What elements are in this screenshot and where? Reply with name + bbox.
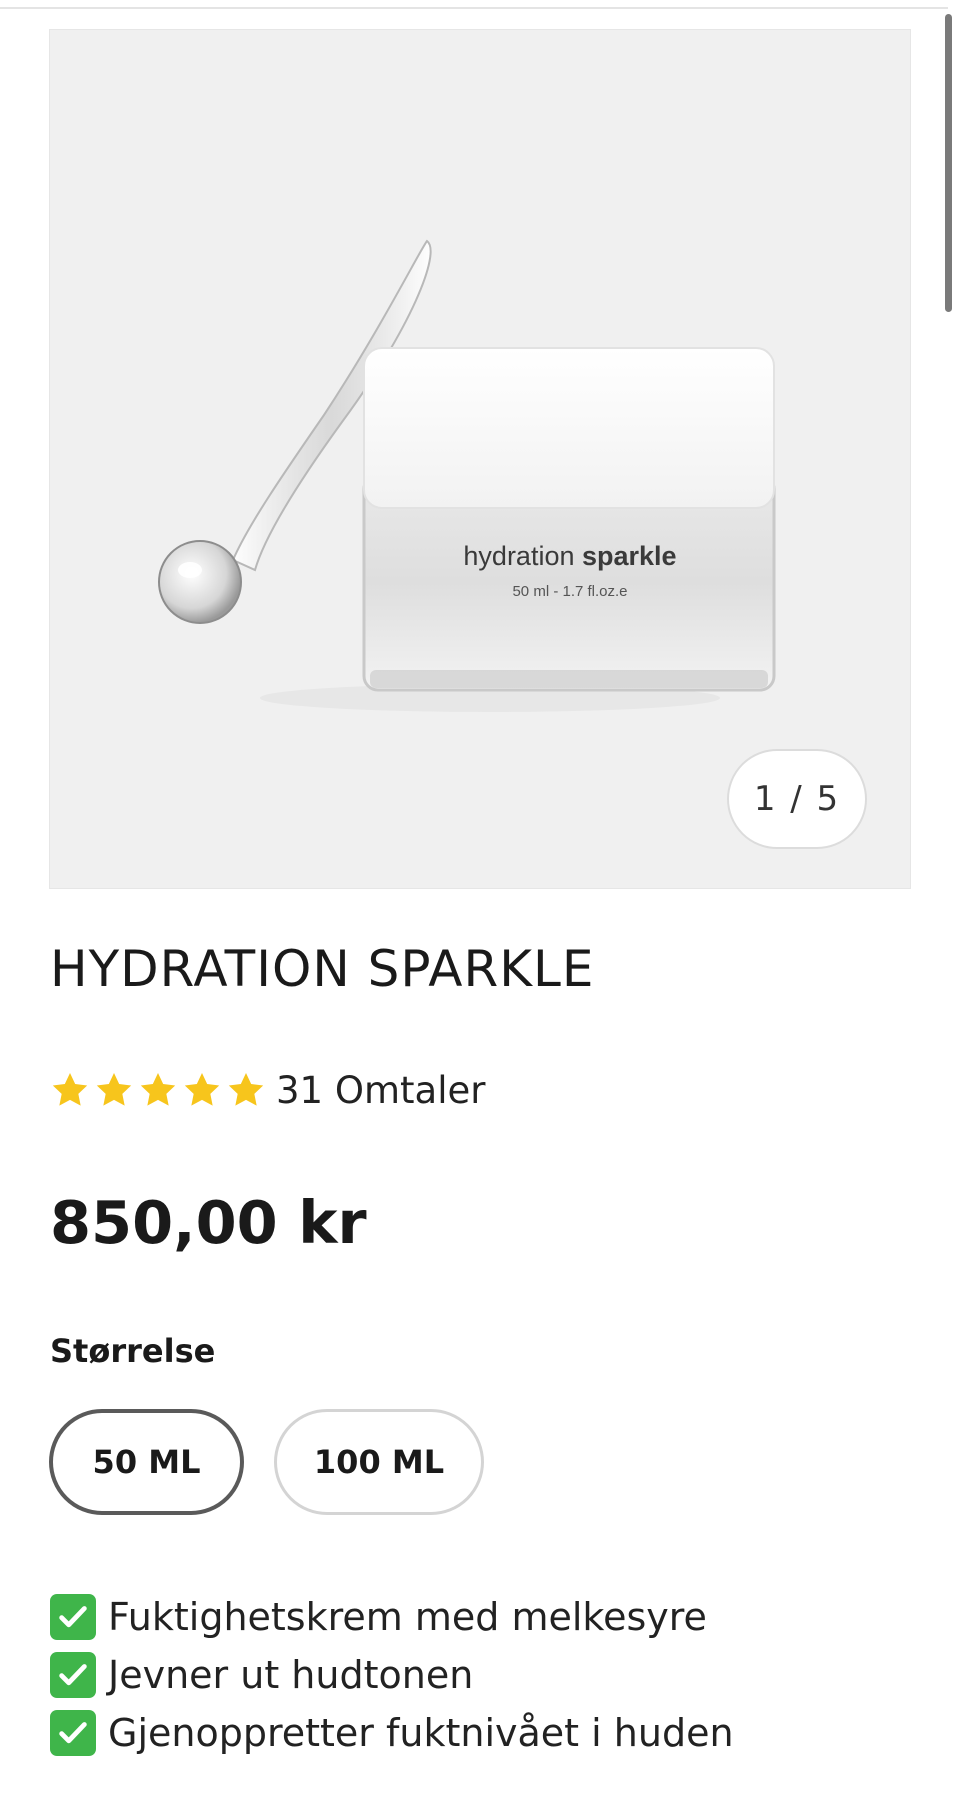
scrollbar-thumb[interactable] bbox=[945, 14, 952, 312]
star-icon bbox=[140, 1073, 176, 1106]
jar-label-brand-bold: sparkle bbox=[582, 541, 677, 571]
check-mark-icon bbox=[50, 1594, 96, 1640]
benefit-text: Fuktighetskrem med melkesyre bbox=[108, 1595, 707, 1639]
star-icon bbox=[96, 1073, 132, 1106]
product-rating[interactable]: 31 Omtaler bbox=[50, 1065, 485, 1115]
svg-text:hydration sparkle: hydration sparkle bbox=[463, 541, 676, 571]
size-option-100ml[interactable]: 100 ML bbox=[274, 1409, 484, 1515]
product-image-gallery[interactable]: hydration sparkle 50 ml - 1.7 fl.oz.e 1 … bbox=[49, 29, 911, 889]
size-label: Størrelse bbox=[50, 1332, 216, 1370]
jar-label-brand: hydration bbox=[463, 541, 574, 571]
benefit-item: Gjenoppretter fuktnivået i huden bbox=[50, 1704, 734, 1762]
top-divider bbox=[0, 7, 948, 9]
reviews-link[interactable]: 31 Omtaler bbox=[276, 1069, 485, 1112]
check-mark-icon bbox=[50, 1652, 96, 1698]
benefit-list: Fuktighetskrem med melkesyre Jevner ut h… bbox=[50, 1588, 734, 1762]
benefit-text: Jevner ut hudtonen bbox=[108, 1653, 474, 1697]
jar-label-volume: 50 ml - 1.7 fl.oz.e bbox=[512, 583, 627, 600]
product-title: HYDRATION SPARKLE bbox=[50, 940, 595, 998]
check-mark-icon bbox=[50, 1710, 96, 1756]
star-icon bbox=[228, 1073, 264, 1106]
image-counter: 1 / 5 bbox=[727, 749, 867, 849]
benefit-item: Jevner ut hudtonen bbox=[50, 1646, 734, 1704]
rating-stars bbox=[50, 1070, 266, 1110]
star-icon bbox=[52, 1073, 88, 1106]
star-icon bbox=[184, 1073, 220, 1106]
benefit-text: Gjenoppretter fuktnivået i huden bbox=[108, 1711, 734, 1755]
benefit-item: Fuktighetskrem med melkesyre bbox=[50, 1588, 734, 1646]
product-price: 850,00 kr bbox=[50, 1188, 367, 1257]
size-option-50ml[interactable]: 50 ML bbox=[49, 1409, 244, 1515]
